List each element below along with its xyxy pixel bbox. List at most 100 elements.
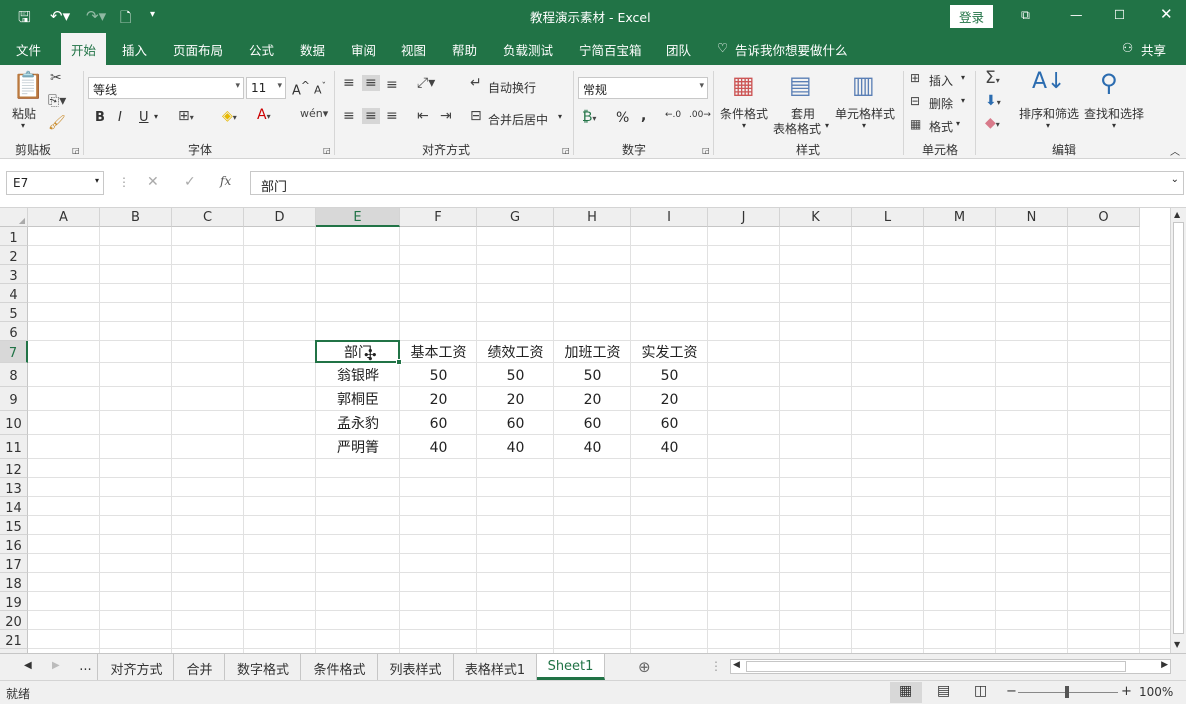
format-cells-icon[interactable]: ▦ — [910, 117, 921, 131]
normal-view-icon[interactable]: ▦ — [899, 683, 912, 699]
share-button[interactable]: 共享 — [1141, 40, 1166, 59]
column-header-E[interactable]: E — [316, 208, 400, 227]
column-header-A[interactable]: A — [28, 208, 100, 227]
conditional-format-icon[interactable]: ▦ — [732, 71, 755, 99]
scroll-left-icon[interactable]: ◀ — [733, 660, 740, 670]
table-format-button-line2[interactable]: 表格格式 — [773, 120, 821, 137]
row-header-13[interactable]: 13 — [0, 478, 28, 497]
column-header-B[interactable]: B — [100, 208, 172, 227]
undo-icon[interactable]: ↶▾ — [50, 7, 70, 25]
delete-cells-icon[interactable]: ⊟ — [910, 94, 920, 108]
row-header-19[interactable]: 19 — [0, 592, 28, 611]
clear-icon[interactable]: ◆▾ — [985, 115, 1000, 131]
tab-file[interactable]: 文件 — [16, 40, 41, 59]
table-cell[interactable]: 60 — [400, 411, 477, 435]
table-cell[interactable]: 孟永豹 — [316, 411, 400, 435]
sheet-tab[interactable]: 合并 — [175, 654, 225, 680]
comma-button[interactable]: , — [641, 108, 646, 124]
table-cell[interactable]: 50 — [400, 363, 477, 387]
add-sheet-icon[interactable]: ⊕ — [638, 658, 651, 676]
row-header-10[interactable]: 10 — [0, 411, 28, 435]
zoom-level[interactable]: 100% — [1139, 685, 1173, 699]
table-cell[interactable]: 50 — [477, 363, 554, 387]
sheet-tab[interactable]: ... — [74, 654, 98, 680]
copy-icon[interactable]: ⎘▾ — [48, 93, 66, 109]
header-cell[interactable]: 加班工资 — [554, 341, 631, 363]
horizontal-scrollbar[interactable]: ◀ ▶ — [730, 659, 1171, 674]
header-cell[interactable]: 实发工资 — [631, 341, 708, 363]
tab-formulas[interactable]: 公式 — [249, 40, 274, 59]
table-cell[interactable]: 20 — [554, 387, 631, 411]
vertical-scroll-thumb[interactable] — [1173, 222, 1184, 634]
row-header-12[interactable]: 12 — [0, 459, 28, 478]
sheet-tab[interactable]: 条件格式 — [302, 654, 378, 680]
alignment-launcher-icon[interactable]: ◲ — [562, 146, 570, 155]
number-launcher-icon[interactable]: ◲ — [702, 146, 710, 155]
sheet-tab[interactable]: Sheet1 — [537, 654, 605, 680]
row-header-1[interactable]: 1 — [0, 227, 28, 246]
cell-style-button[interactable]: 单元格样式 — [835, 105, 895, 122]
orientation-icon[interactable]: ⤢▾ — [417, 75, 435, 91]
underline-dropdown-icon[interactable]: ▾ — [154, 112, 158, 121]
insert-cells-icon[interactable]: ⊞ — [910, 71, 920, 85]
merge-center-button[interactable]: 合并后居中 — [488, 111, 548, 128]
font-color-icon[interactable]: A▾ — [257, 107, 271, 123]
format-dropdown-icon[interactable]: ▾ — [956, 119, 960, 128]
conditional-format-dropdown-icon[interactable]: ▾ — [742, 121, 746, 130]
sort-filter-dropdown-icon[interactable]: ▾ — [1046, 121, 1050, 130]
table-cell[interactable]: 40 — [477, 435, 554, 459]
tab-split-icon[interactable]: ⋮ — [710, 659, 722, 673]
cell-style-dropdown-icon[interactable]: ▾ — [862, 121, 866, 130]
column-header-G[interactable]: G — [477, 208, 554, 227]
font-size-select[interactable]: 11 ▾ — [246, 77, 286, 99]
collapse-ribbon-icon[interactable]: ︿ — [1170, 143, 1180, 158]
font-launcher-icon[interactable]: ◲ — [323, 146, 331, 155]
tab-load-test[interactable]: 负载测试 — [503, 40, 553, 59]
percent-button[interactable]: % — [616, 110, 629, 126]
increase-font-icon[interactable]: A^ — [292, 79, 310, 98]
underline-button[interactable]: U — [139, 110, 149, 125]
find-select-button[interactable]: 查找和选择 — [1084, 105, 1144, 122]
fill-icon[interactable]: ⬇▾ — [985, 93, 1001, 109]
table-format-icon[interactable]: ▤ — [789, 71, 812, 99]
fill-handle[interactable] — [396, 359, 402, 365]
scroll-right-icon[interactable]: ▶ — [1161, 660, 1168, 670]
table-cell[interactable]: 40 — [631, 435, 708, 459]
row-header-6[interactable]: 6 — [0, 322, 28, 341]
sheet-tab[interactable]: 对齐方式 — [100, 654, 174, 680]
wrap-text-button[interactable]: 自动换行 — [488, 79, 536, 96]
cut-icon[interactable]: ✂ — [50, 70, 62, 86]
table-cell[interactable]: 20 — [400, 387, 477, 411]
align-right-icon[interactable]: ≡ — [386, 108, 398, 124]
table-cell[interactable]: 60 — [477, 411, 554, 435]
insert-dropdown-icon[interactable]: ▾ — [961, 73, 965, 82]
table-cell[interactable]: 40 — [554, 435, 631, 459]
sort-filter-button[interactable]: 排序和筛选 — [1019, 105, 1079, 122]
tab-help[interactable]: 帮助 — [452, 40, 477, 59]
row-header-17[interactable]: 17 — [0, 554, 28, 573]
table-cell[interactable]: 60 — [631, 411, 708, 435]
tab-page-layout[interactable]: 页面布局 — [173, 40, 223, 59]
vertical-scrollbar[interactable]: ▲ ▼ — [1170, 208, 1186, 653]
align-top-icon[interactable]: ≡ — [343, 75, 355, 91]
zoom-slider-thumb[interactable] — [1065, 686, 1069, 698]
select-all-corner[interactable]: ◢ — [0, 208, 28, 227]
column-header-I[interactable]: I — [631, 208, 708, 227]
row-header-7[interactable]: 7 — [0, 341, 28, 363]
table-cell[interactable]: 50 — [631, 363, 708, 387]
header-cell[interactable]: 绩效工资 — [477, 341, 554, 363]
find-select-dropdown-icon[interactable]: ▾ — [1112, 121, 1116, 130]
sheet-tab[interactable]: 列表样式 — [378, 654, 454, 680]
paste-button[interactable]: 粘贴 — [12, 105, 36, 122]
scroll-up-icon[interactable]: ▲ — [1174, 210, 1180, 219]
insert-function-icon[interactable]: fx — [220, 174, 231, 188]
enter-icon[interactable]: ✓ — [184, 174, 196, 190]
border-icon[interactable]: ⊞▾ — [178, 108, 194, 124]
tell-me-search[interactable]: 告诉我你想要做什么 — [735, 40, 848, 59]
row-header-11[interactable]: 11 — [0, 435, 28, 459]
row-header-5[interactable]: 5 — [0, 303, 28, 322]
scroll-down-icon[interactable]: ▼ — [1174, 640, 1180, 649]
minimize-icon[interactable]: — — [1070, 7, 1083, 22]
tab-data[interactable]: 数据 — [300, 40, 325, 59]
column-header-F[interactable]: F — [400, 208, 477, 227]
